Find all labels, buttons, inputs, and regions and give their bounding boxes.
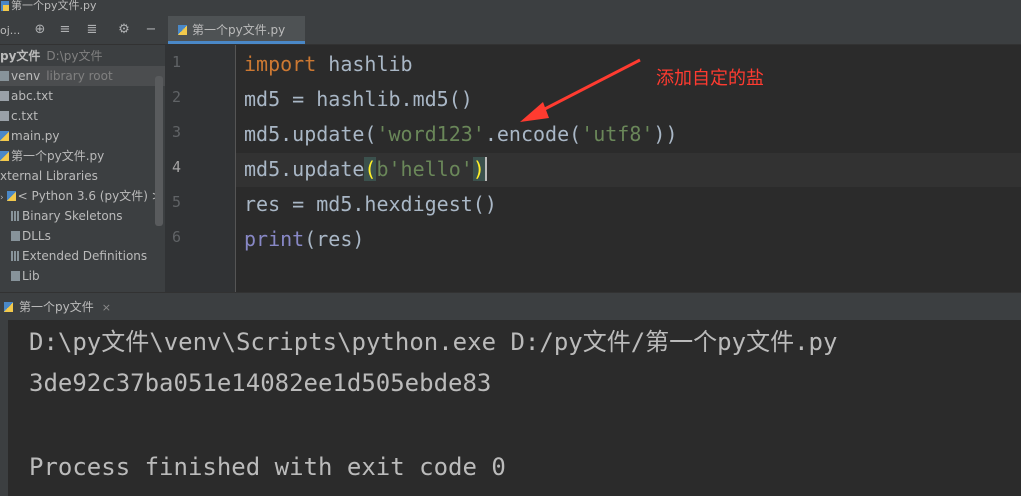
tree-item-label: 第一个py文件.py [11,149,105,163]
annotation-arrow [520,58,641,122]
text-file-icon [0,111,9,121]
code-editor: 第一个py文件.py 1 2 3 4 5 6 import hashlib md… [165,16,1021,292]
run-tab[interactable]: 第一个py文件 × [0,293,121,321]
close-icon[interactable]: × [102,301,111,314]
tree-item-venv[interactable]: venv library root [0,66,165,86]
tree-item-first-py[interactable]: 第一个py文件.py [0,146,165,166]
python-file-icon [1,1,9,11]
matched-bracket: ) [472,157,487,181]
tree-item-label: Extended Definitions [22,249,148,263]
project-toolbar: oj... ⊕ ≡ ≣ ⚙ − [0,16,165,45]
code-token: hashlib [316,52,413,76]
window-title: 第一个py文件.py [11,0,97,12]
tree-root-item[interactable]: py文件 D:\py文件 [0,46,165,66]
window-title-bar: 第一个py文件.py [0,0,1021,16]
code-token: md5 = hashlib.md5() [244,87,473,111]
line-number: 3 [172,123,182,141]
tree-root-path: D:\py文件 [46,49,103,63]
tree-item-python-sdk[interactable]: ›< Python 3.6 (py文件) >D: [0,186,165,206]
code-token: res = md5.hexdigest() [244,192,497,216]
code-token: (res) [304,227,365,251]
tree-item-external-libraries[interactable]: xternal Libraries [0,166,165,186]
python-file-icon [4,302,13,312]
project-panel: oj... ⊕ ≡ ≣ ⚙ − py文件 D:\py文件 venv library … [0,16,165,292]
editor-tab[interactable]: 第一个py文件.py [168,16,306,44]
console-line: D:\py文件\venv\Scripts\python.exe D:/py文件/… [29,328,838,356]
python-file-icon [0,131,9,141]
tree-item-label: c.txt [11,109,38,123]
library-icon [11,251,20,261]
annotation-text: 添加自定的盐 [656,68,764,89]
matched-bracket: ( [364,157,377,181]
editor-tab-bar: 第一个py文件.py [165,16,1021,45]
folder-icon [11,231,20,241]
target-icon[interactable]: ⊕ [32,22,48,38]
line-number: 6 [172,228,182,246]
tree-item-main-py[interactable]: main.py [0,126,165,146]
tree-item-c-txt[interactable]: c.txt [0,106,165,126]
code-line[interactable]: print(res) [244,227,364,251]
library-icon [11,211,20,221]
minimize-icon[interactable]: − [143,22,159,38]
line-number: 2 [172,88,182,106]
code-token: md5.update( [244,122,377,146]
folder-icon [11,271,20,281]
tree-item-label: Lib [22,269,40,283]
project-scrollbar[interactable] [155,76,163,226]
tree-item-abc-txt[interactable]: abc.txt [0,86,165,106]
tree-item-label: main.py [11,129,60,143]
code-token: )) [653,122,678,146]
expand-icon[interactable]: ≣ [84,22,100,38]
tree-item-sub: library root [46,69,113,83]
tree-item-label: venv [11,69,41,83]
tree-item-dlls[interactable]: DLLs [0,226,165,246]
collapse-icon[interactable]: ≡ [57,22,73,38]
code-line-current[interactable]: md5.update(b'hello') [244,157,487,181]
folder-icon [0,71,9,81]
run-tab-label: 第一个py文件 [19,300,94,314]
code-line[interactable]: res = md5.hexdigest() [244,192,497,216]
chevron-right-icon: › [0,193,4,203]
tree-item-extended-definitions[interactable]: Extended Definitions [0,246,165,266]
console-side-toolbar [0,320,8,496]
tree-item-label: xternal Libraries [0,169,98,183]
builtin-token: print [244,227,305,251]
project-view-selector[interactable]: oj... [0,24,20,37]
code-line[interactable]: import hashlib [244,52,413,76]
python-file-icon [178,25,187,35]
console-line: Process finished with exit code 0 [29,453,506,481]
tree-root-label: py文件 [0,49,41,63]
keyword-token: import [244,52,317,76]
console-line: 3de92c37ba051e14082ee1d505ebde83 [29,369,492,397]
gear-icon[interactable]: ⚙ [116,22,132,38]
code-line[interactable]: md5 = hashlib.md5() [244,87,473,111]
run-console[interactable]: D:\py文件\venv\Scripts\python.exe D:/py文件/… [0,320,1021,496]
editor-tab-label: 第一个py文件.py [192,23,286,37]
code-token: md5.update [244,157,365,181]
line-number: 1 [172,53,182,71]
python-sdk-icon [6,191,16,201]
tree-item-label: abc.txt [11,89,53,103]
tree-item-label: < Python 3.6 (py文件) > [17,189,162,203]
string-token: b'hello' [376,157,473,181]
tree-item-label: DLLs [22,229,51,243]
python-file-icon [0,151,9,161]
tree-item-label: Binary Skeletons [22,209,123,223]
line-number: 5 [172,193,182,211]
tree-item-binary-skeletons[interactable]: Binary Skeletons [0,206,165,226]
line-number-gutter: 1 2 3 4 5 6 [165,45,236,292]
run-tool-bar: 第一个py文件 × [0,292,1021,321]
line-number-current: 4 [172,158,182,176]
string-token: 'word123' [376,122,485,146]
text-file-icon [0,91,9,101]
tree-item-lib[interactable]: Lib [0,266,165,286]
